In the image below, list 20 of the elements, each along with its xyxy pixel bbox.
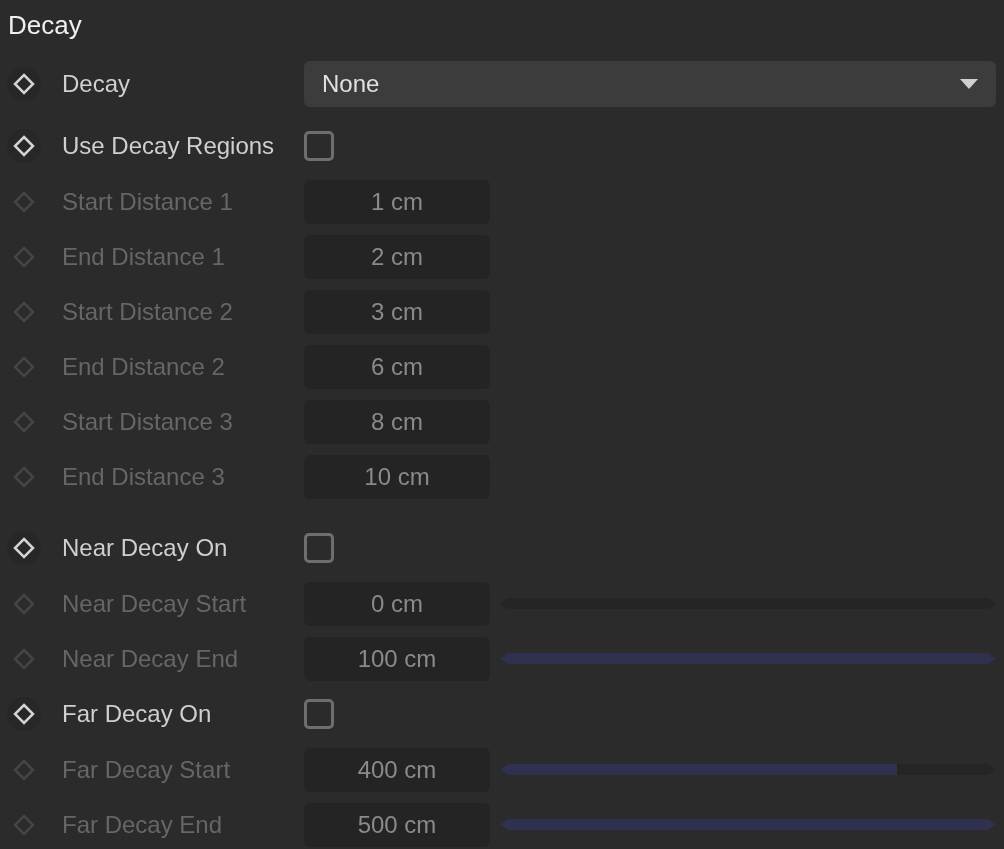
field-label: End Distance 3	[62, 462, 225, 490]
checkbox[interactable]	[304, 533, 334, 563]
field-label: Decay	[62, 70, 131, 97]
field-label: Far Decay Start	[62, 755, 231, 783]
dropdown-field[interactable]: None	[304, 61, 996, 107]
field-label: Far Decay End	[62, 810, 223, 838]
checkbox[interactable]	[304, 131, 334, 161]
field-label: Near Decay End	[62, 644, 239, 672]
field-label: Use Decay Regions	[62, 132, 275, 159]
checkbox[interactable]	[304, 699, 334, 729]
field-label: Near Decay Start	[62, 589, 247, 617]
field-label: Start Distance 1	[62, 187, 233, 215]
section-title: Decay	[8, 8, 82, 42]
caret-icon	[960, 79, 978, 89]
field-label: Start Distance 3	[62, 407, 233, 435]
field-label: Near Decay On	[62, 534, 228, 561]
field-label: Start Distance 2	[62, 297, 233, 325]
field-label: End Distance 1	[62, 242, 225, 270]
field-label: End Distance 2	[62, 352, 225, 380]
field-label: Far Decay On	[62, 700, 212, 727]
